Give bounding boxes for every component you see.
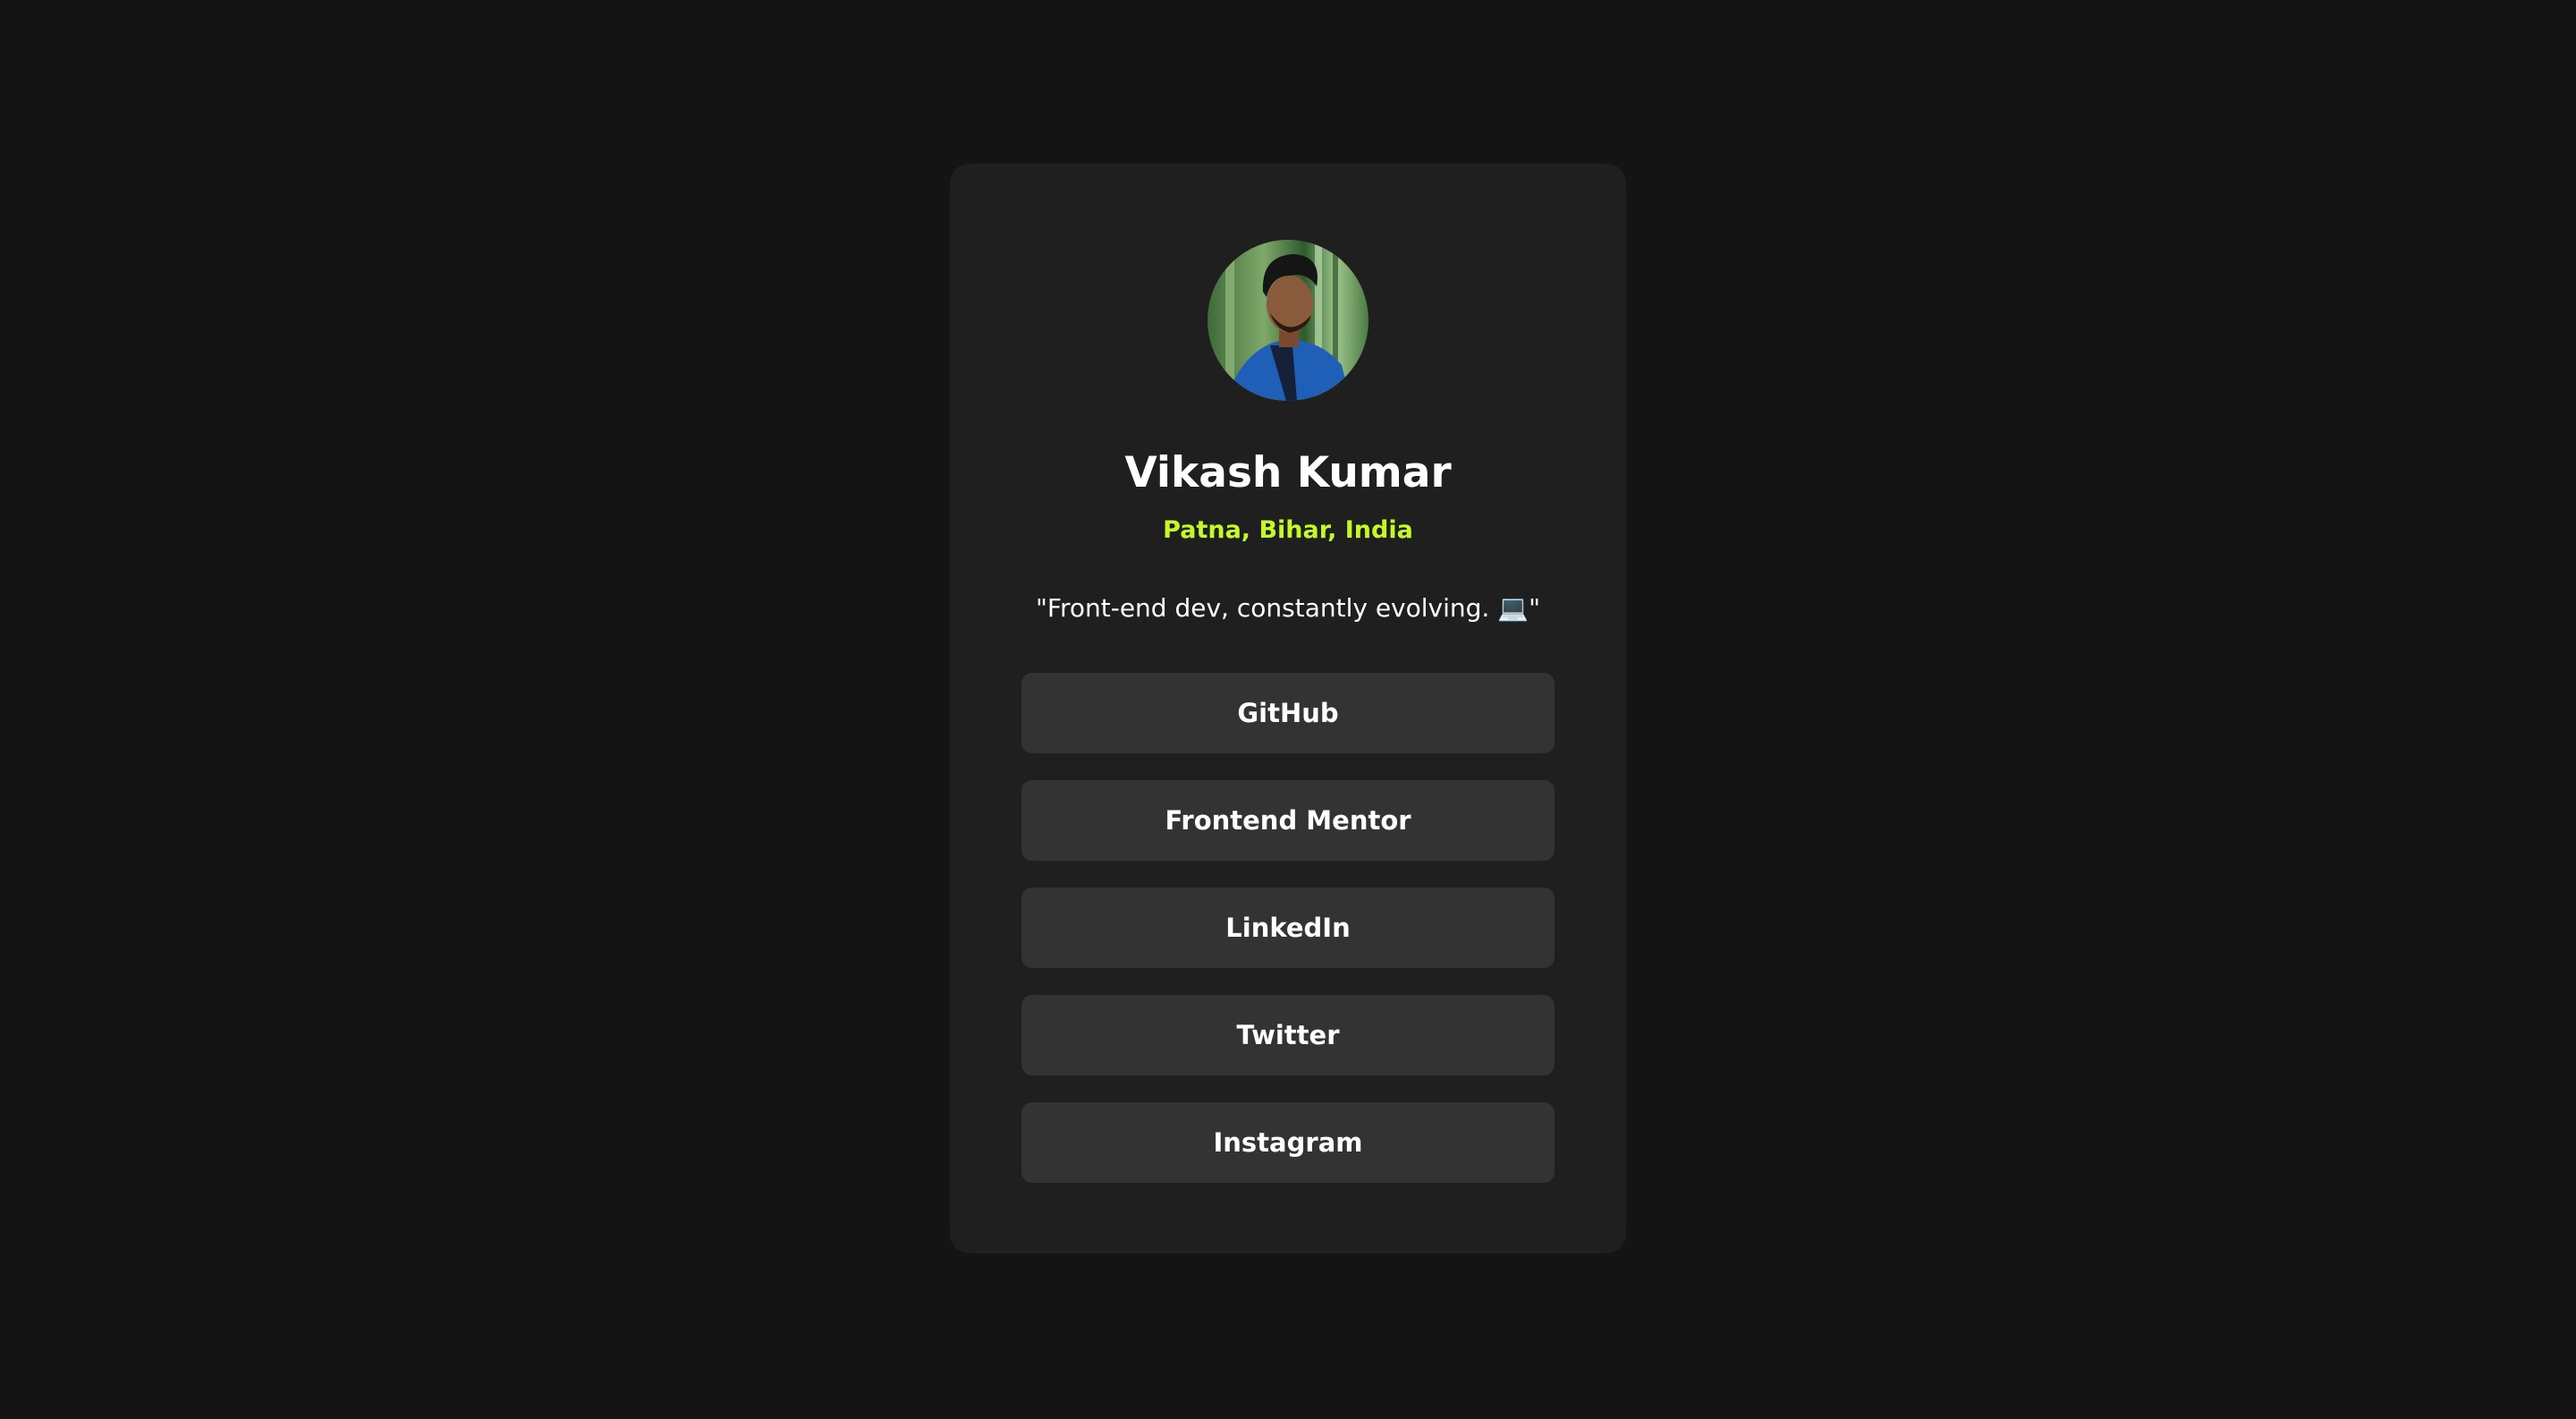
avatar-photo (1208, 240, 1368, 401)
profile-name: Vikash Kumar (1124, 448, 1452, 497)
frontend-mentor-link-button[interactable]: Frontend Mentor (1021, 780, 1555, 861)
profile-location: Patna, Bihar, India (1163, 516, 1413, 544)
profile-card: Vikash Kumar Patna, Bihar, India "Front-… (950, 164, 1626, 1253)
twitter-link-button[interactable]: Twitter (1021, 995, 1555, 1075)
linkedin-link-button[interactable]: LinkedIn (1021, 888, 1555, 968)
social-links: GitHub Frontend Mentor LinkedIn Twitter … (1021, 673, 1555, 1210)
profile-bio: "Front-end dev, constantly evolving. 💻" (1036, 593, 1540, 623)
instagram-link-button[interactable]: Instagram (1021, 1102, 1555, 1183)
github-link-button[interactable]: GitHub (1021, 673, 1555, 753)
avatar (1208, 240, 1368, 401)
